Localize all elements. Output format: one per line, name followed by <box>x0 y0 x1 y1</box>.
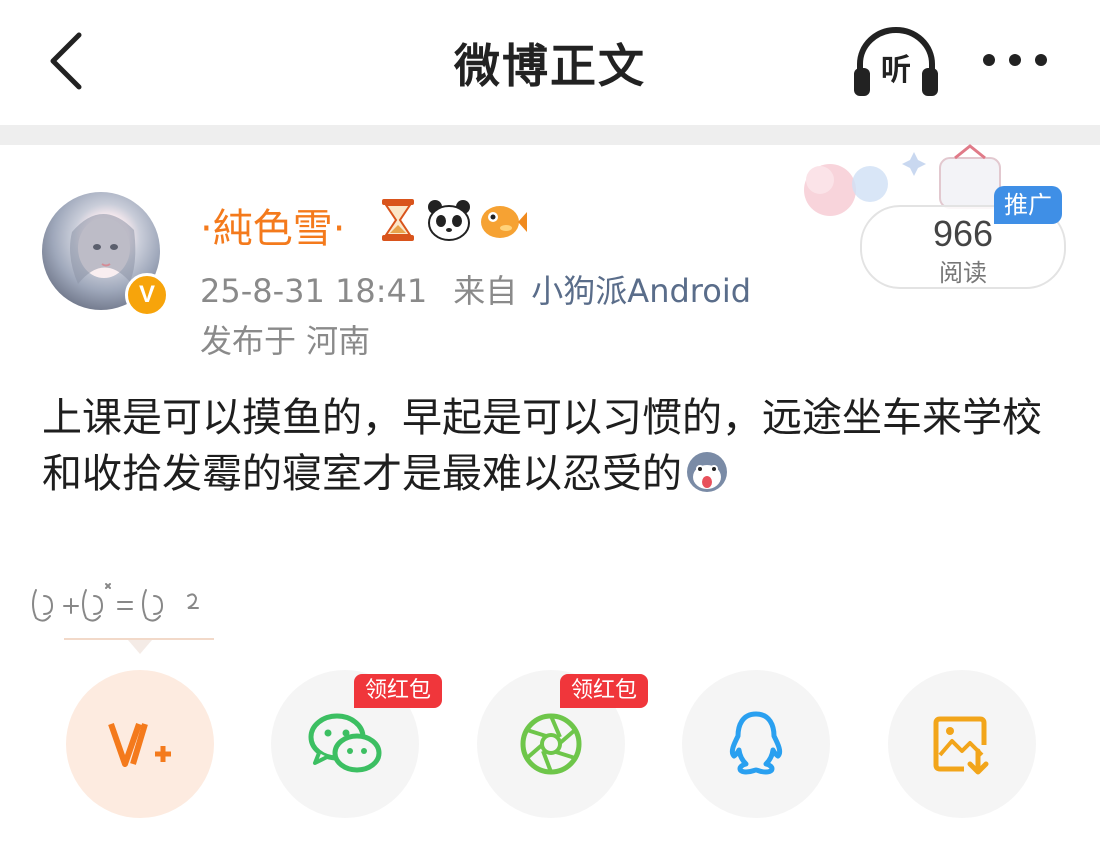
author-name[interactable]: ·純色雪· <box>200 196 345 254</box>
post-meta: 25-8-31 18:41 来自 小狗派Android <box>200 266 751 312</box>
vplus-share-button[interactable] <box>66 670 214 818</box>
verified-badge-icon: V <box>125 273 169 317</box>
sticker-pointer <box>128 640 152 654</box>
post-source-link[interactable]: 小狗派Android <box>531 272 751 310</box>
listen-label: 听 <box>881 53 911 88</box>
post-body: 上课是可以摸鱼的，早起是可以习惯的，远途坐车来学校和收拾发霉的寝室才是最难以忍受… <box>42 390 1052 502</box>
more-dots-icon <box>983 54 1047 66</box>
from-label: 来自 <box>453 272 518 310</box>
post-timestamp: 25-8-31 18:41 <box>200 272 428 310</box>
sticker-formula-icon[interactable] <box>28 576 228 636</box>
redpacket-badge-moments: 领红包 <box>560 674 648 708</box>
moments-aperture-icon <box>520 713 582 775</box>
more-options-button[interactable] <box>975 35 1055 85</box>
save-image-icon <box>933 716 989 775</box>
qq-penguin-icon <box>729 711 783 775</box>
headphones-icon: 听 <box>854 27 938 96</box>
vplus-icon <box>108 723 171 767</box>
post-text: 上课是可以摸鱼的，早起是可以习惯的，远途坐车来学校和收拾发霉的寝室才是最难以忍受… <box>42 395 1042 497</box>
promo-badge[interactable]: 推广 <box>994 186 1062 224</box>
husky-emoji-icon <box>687 452 727 492</box>
panda-icon <box>428 200 470 241</box>
hourglass-icon <box>382 199 414 241</box>
wechat-icon <box>308 713 382 773</box>
name-emoji-row <box>376 197 528 243</box>
redpacket-badge-wechat: 领红包 <box>354 674 442 708</box>
pufferfish-icon <box>481 206 527 238</box>
read-label: 阅读 <box>939 259 987 287</box>
listen-button[interactable]: 听 <box>850 22 942 100</box>
save-image-share-button[interactable] <box>888 670 1036 818</box>
post-location: 发布于 河南 <box>200 322 371 360</box>
qq-share-button[interactable] <box>682 670 830 818</box>
